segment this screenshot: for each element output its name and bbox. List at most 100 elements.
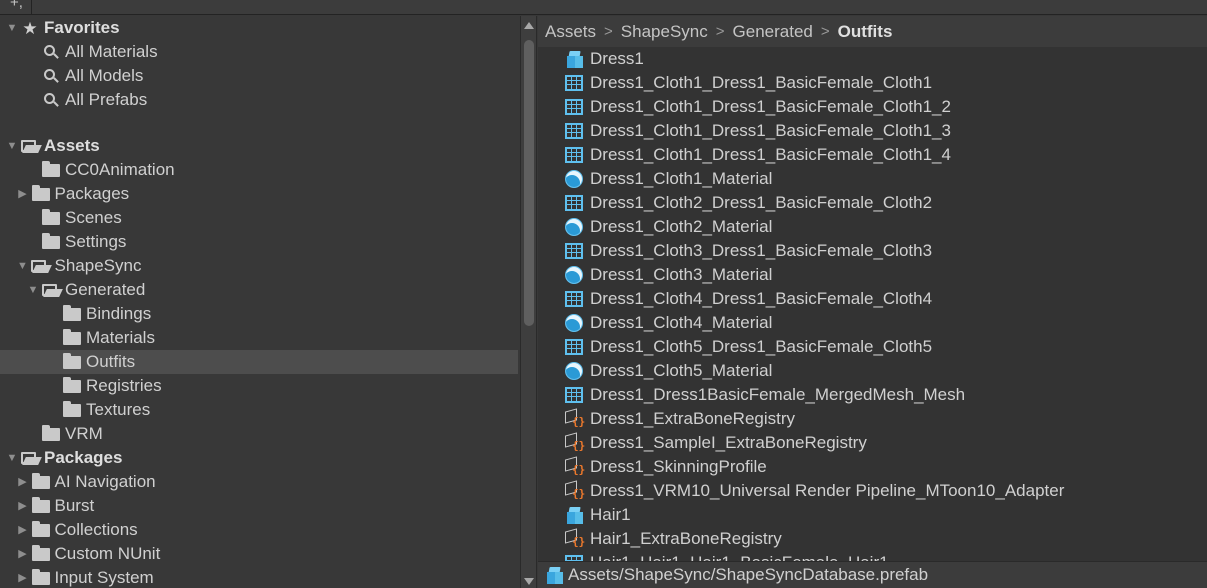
collapse-arrow-icon[interactable]: ▶ bbox=[15, 470, 31, 494]
tree-item-settings[interactable]: ▶Settings bbox=[0, 230, 518, 254]
folder-icon bbox=[31, 568, 51, 585]
breadcrumb-item-generated[interactable]: Generated bbox=[733, 22, 813, 42]
asset-item-label: Dress1_Cloth2_Material bbox=[590, 217, 773, 236]
tree-item-all-prefabs[interactable]: ▶All Prefabs bbox=[0, 88, 518, 112]
folder-icon bbox=[31, 472, 51, 489]
folder-open-icon bbox=[20, 451, 42, 465]
folder-icon bbox=[31, 544, 51, 561]
scriptable-object-icon: {} bbox=[564, 432, 585, 453]
tree-item-cc0animation[interactable]: ▶CC0Animation bbox=[0, 158, 518, 182]
material-icon bbox=[564, 314, 584, 332]
asset-item-label: Dress1_Cloth4_Dress1_BasicFemale_Cloth4 bbox=[590, 289, 933, 308]
asset-item[interactable]: Dress1_Dress1BasicFemale_MergedMesh_Mesh bbox=[564, 383, 965, 407]
tree-item-collections[interactable]: ▶ Collections bbox=[0, 518, 518, 542]
asset-item[interactable]: Dress1_Cloth4_Dress1_BasicFemale_Cloth4 bbox=[564, 287, 932, 311]
asset-item[interactable]: Dress1_Cloth1_Material bbox=[564, 167, 772, 191]
tree-item-label: All Prefabs bbox=[65, 90, 148, 109]
mesh-icon bbox=[564, 339, 584, 355]
collapse-arrow-icon[interactable]: ▶ bbox=[15, 518, 31, 542]
asset-item-label: Dress1_Cloth1_Dress1_BasicFemale_Cloth1 bbox=[590, 73, 933, 92]
asset-item[interactable]: Dress1_Cloth2_Material bbox=[564, 215, 772, 239]
asset-item-label: Dress1_Cloth1_Dress1_BasicFemale_Cloth1_… bbox=[590, 121, 951, 140]
collapse-arrow-icon[interactable]: ▶ bbox=[15, 494, 31, 518]
tree-item-all-materials[interactable]: ▶All Materials bbox=[0, 40, 518, 64]
tree-item-label: Generated bbox=[65, 280, 146, 299]
tree-item-vrm[interactable]: ▶VRM bbox=[0, 422, 518, 446]
asset-item[interactable]: Dress1_Cloth4_Material bbox=[564, 311, 772, 335]
prefab-icon bbox=[544, 566, 564, 584]
prefab-icon bbox=[564, 50, 584, 68]
asset-item[interactable]: Dress1_Cloth1_Dress1_BasicFemale_Cloth1_… bbox=[564, 119, 951, 143]
scriptable-object-icon: {} bbox=[564, 480, 585, 501]
search-icon bbox=[41, 45, 61, 59]
folder-icon bbox=[62, 352, 82, 369]
expand-arrow-icon[interactable]: ▼ bbox=[4, 16, 20, 40]
scroll-up-arrow-icon[interactable] bbox=[524, 22, 534, 29]
expand-arrow-icon[interactable]: ▼ bbox=[15, 254, 31, 278]
scrollbar-thumb[interactable] bbox=[524, 40, 534, 326]
tree-item-label: Packages bbox=[54, 184, 130, 203]
collapse-arrow-icon[interactable]: ▶ bbox=[15, 566, 31, 588]
asset-item[interactable]: Dress1_Cloth3_Material bbox=[564, 263, 772, 287]
tree-scrollbar[interactable] bbox=[520, 16, 537, 588]
star-icon: ★ bbox=[22, 18, 38, 38]
mesh-icon bbox=[564, 99, 584, 115]
breadcrumb: Assets > ShapeSync > Generated > Outfits bbox=[538, 16, 1207, 47]
expand-arrow-icon[interactable]: ▼ bbox=[4, 134, 20, 158]
breadcrumb-item-outfits[interactable]: Outfits bbox=[838, 22, 893, 42]
asset-item[interactable]: Dress1_Cloth5_Material bbox=[564, 359, 772, 383]
tree-item-bindings[interactable]: ▶Bindings bbox=[0, 302, 518, 326]
asset-item[interactable]: Dress1_Cloth1_Dress1_BasicFemale_Cloth1 bbox=[564, 71, 932, 95]
asset-item[interactable]: {} Hair1_ExtraBoneRegistry bbox=[564, 527, 782, 551]
tree-item-registries[interactable]: ▶Registries bbox=[0, 374, 518, 398]
folder-open-icon bbox=[31, 259, 52, 273]
tree-item-favorites[interactable]: ▼ ★ Favorites bbox=[0, 16, 518, 40]
tree-item-assets[interactable]: ▼ Assets bbox=[0, 134, 518, 158]
asset-item[interactable]: {} Dress1_ExtraBoneRegistry bbox=[564, 407, 795, 431]
folder-icon bbox=[31, 184, 51, 201]
asset-item[interactable]: Dress1_Cloth3_Dress1_BasicFemale_Cloth3 bbox=[564, 239, 932, 263]
tree-item-label: Assets bbox=[44, 136, 100, 155]
tree-item-generated[interactable]: ▼ Generated bbox=[0, 278, 518, 302]
asset-item[interactable]: Dress1_Cloth1_Dress1_BasicFemale_Cloth1_… bbox=[564, 95, 951, 119]
breadcrumb-separator: > bbox=[715, 23, 725, 40]
tree-item-ai-navigation[interactable]: ▶ AI Navigation bbox=[0, 470, 518, 494]
collapse-arrow-icon[interactable]: ▶ bbox=[15, 182, 31, 206]
asset-item[interactable]: Dress1_Cloth2_Dress1_BasicFemale_Cloth2 bbox=[564, 191, 932, 215]
asset-item[interactable]: Hair1 bbox=[564, 503, 631, 527]
mesh-icon bbox=[564, 75, 584, 91]
tree-item-packages[interactable]: ▼ Packages bbox=[0, 446, 518, 470]
tree-item-input-system[interactable]: ▶ Input System bbox=[0, 566, 518, 588]
tree-item-burst[interactable]: ▶ Burst bbox=[0, 494, 518, 518]
mesh-icon bbox=[564, 291, 584, 307]
mesh-icon bbox=[564, 243, 584, 259]
asset-item[interactable]: {} Dress1_SkinningProfile bbox=[564, 455, 767, 479]
asset-item[interactable]: {} Dress1_SampleI_ExtraBoneRegistry bbox=[564, 431, 867, 455]
tree-item-textures[interactable]: ▶Textures bbox=[0, 398, 518, 422]
scroll-down-arrow-icon[interactable] bbox=[524, 578, 534, 585]
tree-item-label: Scenes bbox=[65, 208, 122, 227]
tree-item-shapesync[interactable]: ▼ ShapeSync bbox=[0, 254, 518, 278]
tree-item-packages[interactable]: ▶ Packages bbox=[0, 182, 518, 206]
tree-item-label: Input System bbox=[54, 568, 154, 587]
asset-item[interactable]: {} Dress1_VRM10_Universal Render Pipeline… bbox=[564, 479, 1064, 503]
collapse-arrow-icon[interactable]: ▶ bbox=[15, 542, 31, 566]
tree-item-outfits[interactable]: ▶Outfits bbox=[0, 350, 518, 374]
tree-item-label: VRM bbox=[65, 424, 103, 443]
breadcrumb-separator: > bbox=[604, 23, 613, 40]
add-button[interactable]: +, bbox=[6, 0, 32, 14]
asset-item[interactable]: Dress1_Cloth1_Dress1_BasicFemale_Cloth1_… bbox=[564, 143, 951, 167]
breadcrumb-item-shapesync[interactable]: ShapeSync bbox=[621, 22, 708, 42]
tree-item-custom-nunit[interactable]: ▶ Custom NUnit bbox=[0, 542, 518, 566]
tree-item-materials[interactable]: ▶Materials bbox=[0, 326, 518, 350]
asset-item[interactable]: Dress1_Cloth5_Dress1_BasicFemale_Cloth5 bbox=[564, 335, 932, 359]
breadcrumb-item-assets[interactable]: Assets bbox=[545, 22, 596, 42]
tree-item-all-models[interactable]: ▶All Models bbox=[0, 64, 518, 88]
asset-item[interactable]: Dress1 bbox=[564, 47, 644, 71]
tree-item-scenes[interactable]: ▶Scenes bbox=[0, 206, 518, 230]
tree-item-label: Outfits bbox=[86, 352, 136, 371]
asset-item-label: Dress1_SkinningProfile bbox=[590, 457, 767, 476]
expand-arrow-icon[interactable]: ▼ bbox=[25, 278, 41, 302]
expand-arrow-icon[interactable]: ▼ bbox=[4, 446, 20, 470]
tree-item-label: Favorites bbox=[44, 18, 120, 37]
